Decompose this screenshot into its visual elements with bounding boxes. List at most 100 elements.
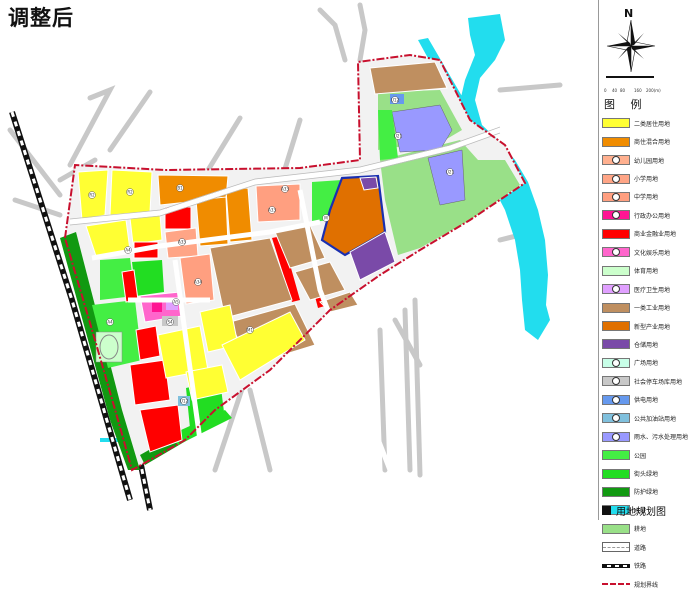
- legend-swatch: [602, 155, 630, 166]
- plot-code: B1: [177, 186, 183, 191]
- plot-code: A34: [194, 280, 202, 285]
- legend-swatch: [602, 394, 630, 405]
- plot-code: U12: [180, 399, 188, 404]
- footer-square-icon: [602, 506, 611, 515]
- legend-swatch: [602, 376, 630, 387]
- legend-swatch: [602, 542, 630, 553]
- legend-item: 商业金融业用地: [602, 225, 700, 243]
- mixed-use-school-block: [255, 183, 301, 223]
- plot-code: A33: [268, 208, 276, 213]
- legend-item: 文化娱乐用地: [602, 243, 700, 261]
- map-footer: 用地规划图: [602, 503, 666, 518]
- admin-plot: [152, 302, 162, 312]
- legend-label: 文化娱乐用地: [634, 249, 671, 257]
- legend-swatch: [602, 210, 630, 221]
- legend-swatch: [602, 136, 630, 147]
- legend-item: 雨水、污水处理用地: [602, 427, 700, 445]
- plot-code: A5: [173, 300, 179, 305]
- legend-label: 铁路: [634, 563, 647, 571]
- plot-code: R2: [127, 190, 133, 195]
- legend-item: 公园: [602, 446, 700, 464]
- legend-label: 防护绿地: [634, 489, 659, 497]
- legend-item: 商住混合用地: [602, 132, 700, 150]
- legend-item: 小学用地: [602, 169, 700, 187]
- legend-swatch: [602, 431, 630, 442]
- legend-swatch: [602, 486, 630, 497]
- legend-label: 幼儿园用地: [634, 157, 665, 165]
- plot-code: S4: [167, 320, 173, 325]
- land-use-map: R2 R2 B1 A33 A33 A33 A34 M M1 U12 U21 U2…: [7, 2, 563, 511]
- legend-item: 仓储用地: [602, 335, 700, 353]
- plot-code: R2: [89, 193, 95, 198]
- legend-item: 社会停车场库用地: [602, 372, 700, 390]
- legend-item: 幼儿园用地: [602, 151, 700, 169]
- plot-code: M1: [247, 328, 253, 333]
- legend-item: 供电用地: [602, 391, 700, 409]
- legend-swatch: [602, 173, 630, 184]
- legend-item: 广场用地: [602, 354, 700, 372]
- legend-item: 医疗卫生用地: [602, 280, 700, 298]
- legend-label: 行政办公用地: [634, 212, 671, 220]
- legend-swatch: [602, 357, 630, 368]
- legend-code-icon: [612, 174, 620, 183]
- legend-label: 新型产业用地: [634, 323, 671, 331]
- legend-label: 医疗卫生用地: [634, 286, 671, 294]
- legend-label: 商住混合用地: [634, 139, 671, 147]
- legend-code-icon: [612, 432, 620, 441]
- plot-code: U12: [391, 98, 399, 103]
- legend-label: 商业金融业用地: [634, 231, 677, 239]
- legend-item: 规划界线: [602, 575, 700, 593]
- legend-label: 小学用地: [634, 176, 659, 184]
- legend-label: 广场用地: [634, 360, 659, 368]
- legend-code-icon: [612, 414, 620, 423]
- legend-label: 规划界线: [634, 581, 659, 589]
- plot-code: A4: [107, 320, 113, 325]
- legend-swatch: [602, 191, 630, 202]
- industrial-north: [369, 61, 448, 95]
- legend-swatch: [602, 228, 630, 239]
- legend-code-icon: [612, 395, 620, 404]
- plot-code: U21: [394, 134, 402, 139]
- legend-swatch: [602, 284, 630, 295]
- legend-label: 耕地: [634, 526, 647, 534]
- legend-swatch: [602, 450, 630, 461]
- legend-code-icon: [612, 377, 620, 386]
- legend-swatch: [602, 247, 630, 258]
- commercial-4: [135, 325, 161, 361]
- legend-swatch: [602, 523, 630, 534]
- legend-item: 新型产业用地: [602, 317, 700, 335]
- legend-code-icon: [612, 248, 620, 257]
- legend-swatch: [602, 563, 630, 568]
- footer-label: 用地规划图: [616, 507, 666, 518]
- legend-swatch: [602, 413, 630, 424]
- legend-item: 防护绿地: [602, 483, 700, 501]
- sewage-plant: [391, 104, 453, 153]
- legend-swatch: [602, 583, 630, 586]
- legend-label: 雨水、污水处理用地: [634, 434, 689, 442]
- legend-title: 图 例: [604, 98, 648, 111]
- legend-label: 公共加油站用地: [634, 415, 677, 423]
- legend-label: 街头绿地: [634, 471, 659, 479]
- legend-swatch: [602, 118, 630, 129]
- legend-label: 一类工业用地: [634, 305, 671, 313]
- legend-swatch: [602, 321, 630, 332]
- legend-label: 二类居住用地: [634, 120, 671, 128]
- plot-code: A33: [281, 187, 289, 192]
- legend-item: 街头绿地: [602, 464, 700, 482]
- legend-label: 社会停车场库用地: [634, 378, 683, 386]
- plot-code: A4: [125, 248, 131, 253]
- legend-item: 一类工业用地: [602, 298, 700, 316]
- legend-swatch: [602, 468, 630, 479]
- plot-code: M: [324, 216, 328, 221]
- legend-swatch: [602, 302, 630, 313]
- legend-item: 体育用地: [602, 262, 700, 280]
- legend-label: 仓储用地: [634, 341, 659, 349]
- legend-swatch: [602, 339, 630, 350]
- legend-code-icon: [612, 211, 620, 220]
- legend-label: 供电用地: [634, 397, 659, 405]
- north-arrow-icon: N: [606, 7, 656, 78]
- plot-code: A33: [178, 240, 186, 245]
- legend-item: 公共加油站用地: [602, 409, 700, 427]
- legend-code-icon: [612, 358, 620, 367]
- legend-item: 道路: [602, 538, 700, 556]
